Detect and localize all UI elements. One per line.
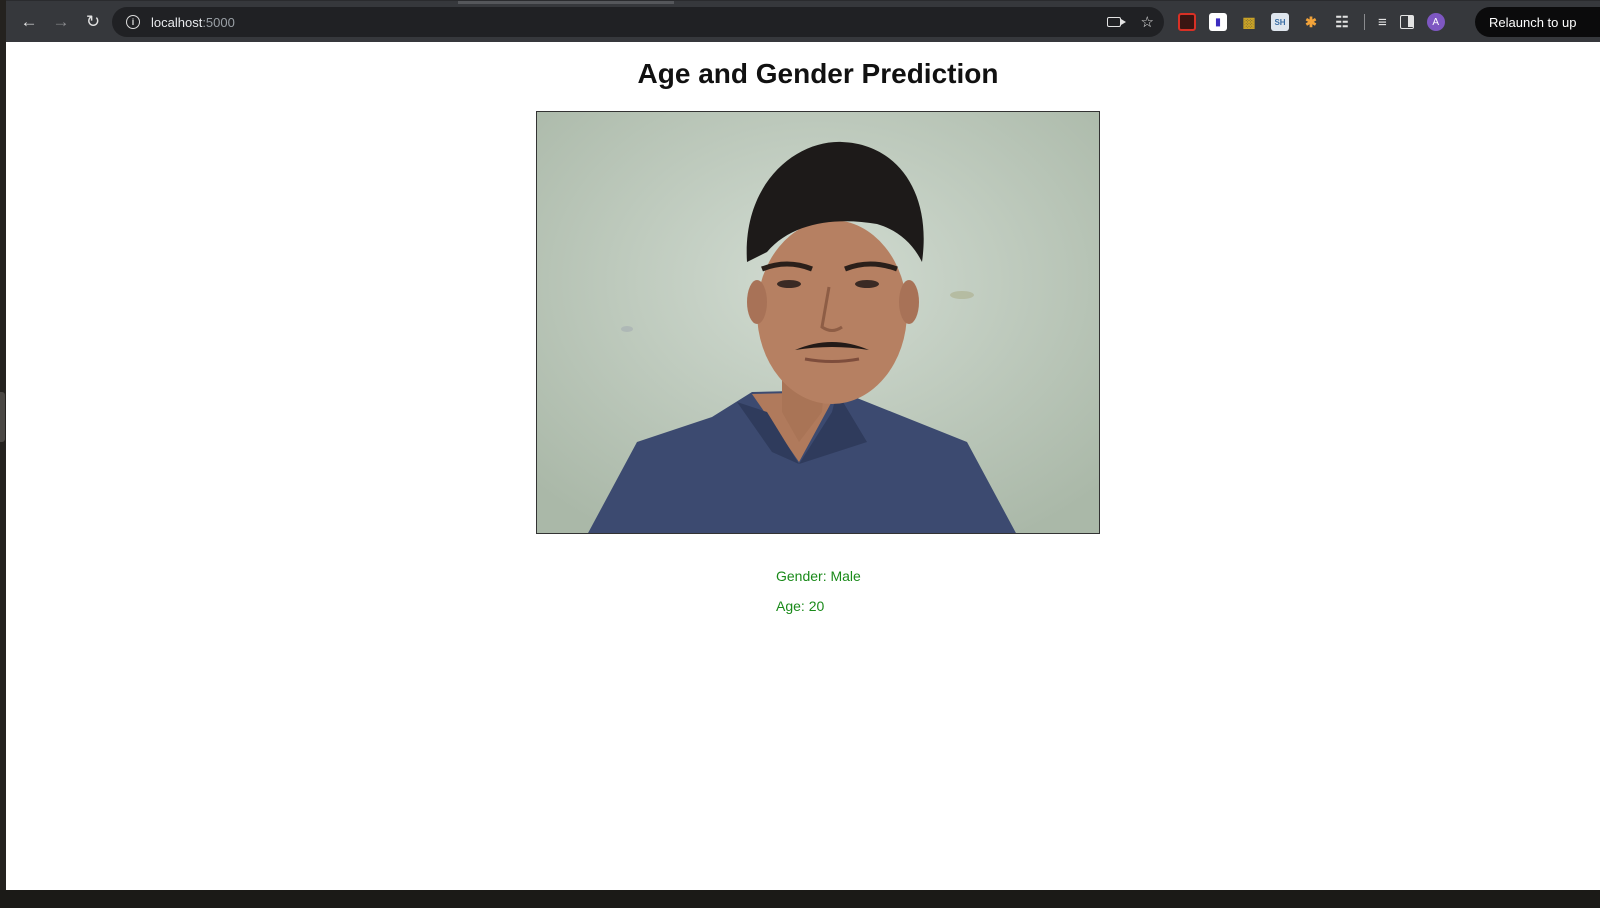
site-info-icon[interactable]: i xyxy=(126,15,140,29)
active-tab-indicator xyxy=(458,1,674,4)
bitwarden-extension-icon[interactable]: ▮ xyxy=(1209,13,1227,31)
forward-arrow-icon[interactable]: → xyxy=(46,7,76,37)
person-photo-graphic xyxy=(537,112,1099,533)
page-content: Age and Gender Prediction Gender: Male A… xyxy=(6,42,1600,890)
browser-toolbar: ← → ↻ i localhost:5000 ☆ ▮ ▩ SH ✱ ☷ ≡ A … xyxy=(6,0,1600,42)
side-handle[interactable] xyxy=(0,392,5,442)
relaunch-button[interactable]: Relaunch to up xyxy=(1475,7,1600,37)
reload-icon[interactable]: ↻ xyxy=(78,7,108,37)
extensions-puzzle-icon[interactable]: ☷ xyxy=(1333,13,1351,31)
side-panel-icon[interactable] xyxy=(1399,15,1414,29)
record-extension-icon[interactable] xyxy=(1178,13,1196,31)
profile-avatar[interactable]: A xyxy=(1426,13,1445,31)
window-bottom-edge xyxy=(0,890,1600,908)
page-title: Age and Gender Prediction xyxy=(637,58,999,89)
back-arrow-icon[interactable]: ← xyxy=(14,7,44,37)
address-bar[interactable]: i localhost:5000 ☆ xyxy=(112,7,1164,37)
reading-list-icon[interactable]: ≡ xyxy=(1378,14,1387,31)
sh-extension-icon[interactable]: SH xyxy=(1271,13,1289,31)
prediction-results: Gender: Male Age: 20 xyxy=(776,568,861,628)
camera-in-use-icon[interactable] xyxy=(1106,17,1126,27)
color-extension-icon[interactable]: ✱ xyxy=(1302,13,1320,31)
gender-result: Gender: Male xyxy=(776,568,861,584)
extensions-area: ▮ ▩ SH ✱ ☷ ≡ A xyxy=(1178,1,1445,43)
toolbar-divider xyxy=(1364,14,1365,30)
webcam-image xyxy=(536,111,1100,534)
chart-extension-icon[interactable]: ▩ xyxy=(1240,13,1258,31)
age-result: Age: 20 xyxy=(776,598,825,614)
url-text[interactable]: localhost:5000 xyxy=(151,15,235,30)
bookmark-star-icon[interactable]: ☆ xyxy=(1141,13,1154,31)
